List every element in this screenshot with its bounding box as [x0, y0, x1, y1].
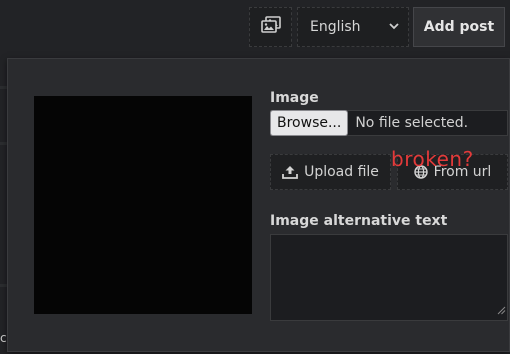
image-upload-panel: Image Browse... No file selected. Upload…	[7, 58, 510, 352]
browse-button[interactable]: Browse...	[270, 109, 349, 136]
alt-text-label: Image alternative text	[270, 213, 448, 229]
upload-file-label: Upload file	[304, 164, 379, 180]
top-toolbar: English Add post	[0, 0, 510, 54]
image-preview	[34, 96, 252, 314]
file-status-text: No file selected.	[355, 115, 469, 131]
annotation-note: broken?	[391, 147, 474, 171]
chevron-down-icon	[388, 20, 400, 36]
alt-text-textarea[interactable]	[270, 234, 508, 321]
media-library-button[interactable]	[249, 7, 292, 47]
resize-grip-icon[interactable]	[496, 300, 506, 319]
file-input[interactable]: Browse... No file selected.	[270, 109, 508, 136]
image-label: Image	[270, 90, 319, 106]
language-select-value: English	[310, 19, 361, 35]
page-root: c English Add post Image Browse... No fi…	[0, 0, 510, 354]
images-icon	[260, 16, 281, 38]
language-select[interactable]: English	[297, 7, 409, 47]
upload-file-button[interactable]: Upload file	[270, 154, 391, 190]
add-post-button[interactable]: Add post	[413, 7, 505, 47]
upload-icon	[282, 166, 298, 179]
